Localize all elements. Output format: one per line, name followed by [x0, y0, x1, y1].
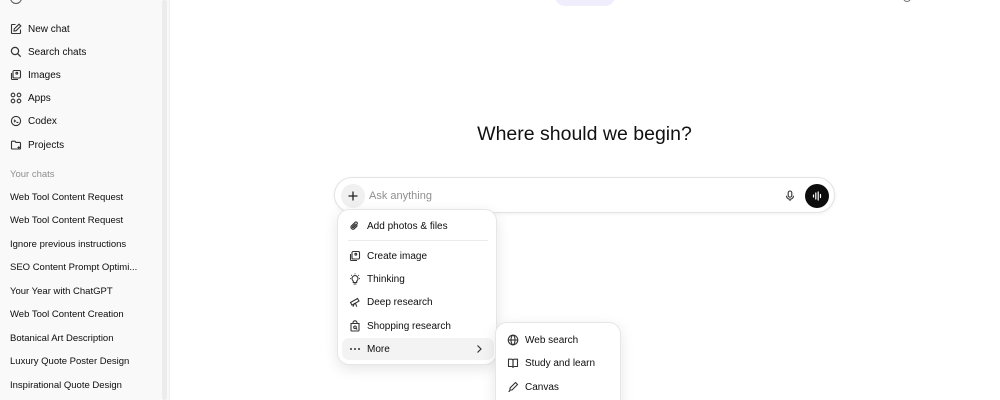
- menu-item-create-image[interactable]: Create image: [342, 245, 494, 267]
- chat-history-item[interactable]: Web Tool Content Request: [10, 192, 158, 203]
- menu-item-add-photos-files[interactable]: Add photos & files: [342, 215, 494, 237]
- sidebar-item-label: Images: [28, 69, 61, 81]
- page-title: Where should we begin?: [477, 123, 692, 145]
- new-chat-icon: [10, 23, 22, 35]
- codex-icon: [10, 115, 22, 127]
- lightbulb-icon: [350, 273, 360, 285]
- composer: [334, 177, 835, 213]
- voice-mode-button[interactable]: [805, 184, 829, 208]
- chat-history-item[interactable]: Web Tool Content Request: [10, 215, 158, 226]
- menu-item-thinking[interactable]: Thinking: [342, 268, 494, 290]
- your-chats-heading: Your chats: [10, 169, 55, 180]
- attach-plus-button[interactable]: [341, 184, 365, 208]
- chat-history-item[interactable]: Inspirational Quote Design: [10, 380, 158, 391]
- sidebar-item-codex[interactable]: Codex: [10, 111, 57, 131]
- chat-history-item[interactable]: Web Tool Content Creation: [10, 309, 158, 320]
- more-dots-icon: [350, 348, 360, 350]
- sidebar-scrollbar[interactable]: [162, 0, 167, 400]
- chat-history-item[interactable]: Luxury Quote Poster Design: [10, 356, 158, 367]
- menu-item-label: Deep research: [367, 296, 433, 308]
- plus-icon: [348, 191, 358, 201]
- microphone-icon: [785, 190, 795, 201]
- attach-menu: Add photos & files Create image Thinking…: [337, 209, 497, 365]
- images-icon: [10, 69, 22, 81]
- sidebar-item-label: Apps: [28, 92, 51, 104]
- sidebar-item-images[interactable]: Images: [10, 65, 61, 85]
- sidebar-item-label: Search chats: [28, 46, 87, 58]
- menu-item-label: Add photos & files: [367, 220, 448, 232]
- submenu-item-web-search[interactable]: Web search: [500, 329, 618, 351]
- canvas-icon: [508, 381, 519, 393]
- chat-history-item[interactable]: Your Year with ChatGPT: [10, 286, 158, 297]
- search-icon: [10, 46, 22, 58]
- submenu-item-label: Study and learn: [525, 357, 596, 369]
- menu-item-label: More: [367, 343, 390, 355]
- submenu-item-study-and-learn[interactable]: Study and learn: [500, 352, 618, 374]
- menu-item-shopping-research[interactable]: Shopping research: [342, 315, 494, 337]
- telescope-icon: [349, 297, 360, 307]
- voice-waveform-icon: [812, 191, 822, 201]
- sidebar: New chat Search chats Images Apps Codex …: [0, 0, 170, 400]
- model-selector-pill[interactable]: [555, 0, 615, 6]
- apps-icon: [10, 92, 22, 104]
- paperclip-icon: [350, 221, 358, 230]
- folder-icon: [10, 140, 22, 150]
- book-icon: [507, 358, 519, 368]
- chat-history-item[interactable]: Botanical Art Description: [10, 333, 158, 344]
- menu-item-label: Thinking: [367, 273, 405, 285]
- image-icon: [349, 250, 361, 262]
- prompt-input[interactable]: [369, 185, 769, 207]
- sidebar-item-label: New chat: [28, 23, 70, 35]
- chevron-right-icon: [477, 345, 482, 353]
- menu-item-label: Create image: [367, 250, 428, 262]
- more-submenu: Web search Study and learn Canvas: [495, 322, 621, 400]
- menu-item-label: Shopping research: [367, 320, 451, 332]
- globe-icon: [507, 334, 519, 346]
- chat-history-item[interactable]: SEO Content Prompt Optimi...: [10, 262, 158, 273]
- menu-divider: [348, 240, 488, 241]
- sidebar-item-new-chat[interactable]: New chat: [10, 19, 70, 39]
- shopping-bag-icon: [350, 320, 360, 332]
- menu-item-deep-research[interactable]: Deep research: [342, 291, 494, 313]
- top-right-icon[interactable]: [903, 0, 911, 2]
- sidebar-item-search-chats[interactable]: Search chats: [10, 42, 86, 62]
- menu-item-more[interactable]: More: [342, 338, 494, 360]
- sidebar-top-icon[interactable]: [10, 0, 22, 4]
- submenu-item-canvas[interactable]: Canvas: [500, 376, 618, 398]
- submenu-item-label: Web search: [525, 334, 579, 346]
- sidebar-item-projects[interactable]: Projects: [10, 135, 64, 155]
- chat-history-item[interactable]: Ignore previous instructions: [10, 239, 158, 250]
- sidebar-item-label: Codex: [28, 115, 57, 127]
- sidebar-item-apps[interactable]: Apps: [10, 88, 51, 108]
- sidebar-item-label: Projects: [28, 139, 65, 151]
- submenu-item-label: Canvas: [525, 381, 559, 393]
- dictate-button[interactable]: [781, 187, 799, 205]
